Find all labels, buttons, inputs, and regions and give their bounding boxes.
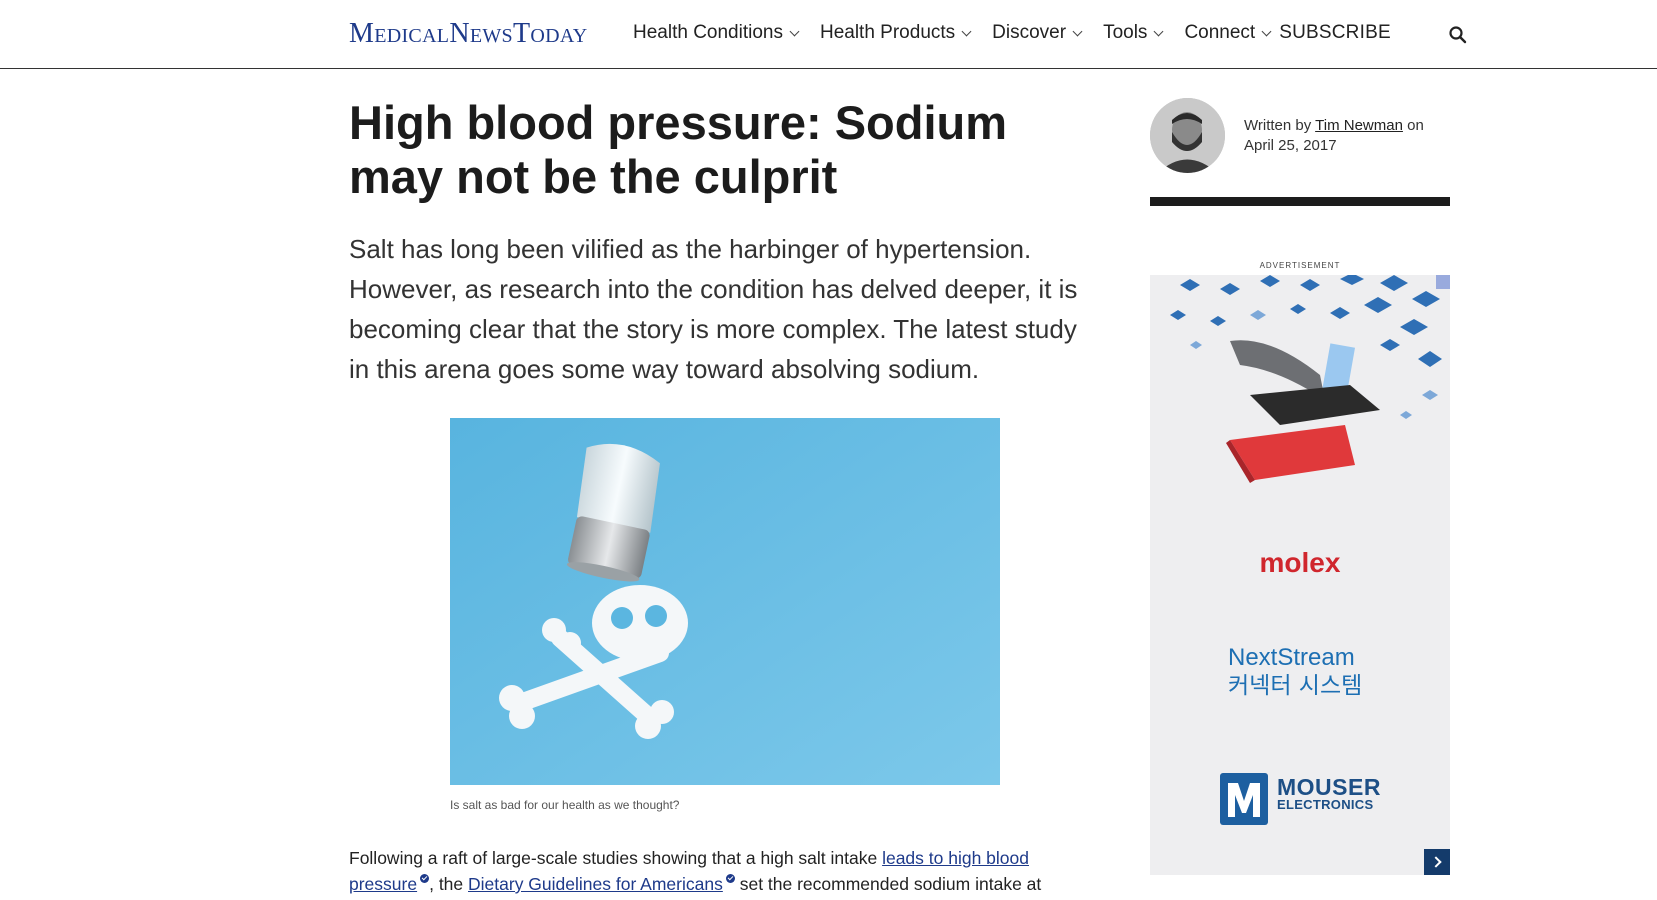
- logo-text: EWS: [469, 25, 513, 47]
- nav-tools[interactable]: Tools: [1103, 22, 1164, 44]
- ad-brand: molex: [1259, 547, 1341, 578]
- author-link[interactable]: Tim Newman: [1315, 117, 1403, 134]
- main-nav: Health Conditions Health Products Discov…: [633, 22, 1413, 44]
- article-title: High blood pressure: Sodium may not be t…: [349, 96, 1008, 203]
- body-text: , the: [429, 874, 469, 894]
- nav-label: Discover: [992, 22, 1067, 43]
- body-text: set the recommended sodium intake at: [734, 874, 1042, 894]
- ad-label: ADVERTISEMENT: [1259, 261, 1341, 270]
- ad-next-arrow-icon[interactable]: [1424, 849, 1450, 875]
- byline-suffix: on: [1402, 117, 1424, 134]
- search-icon[interactable]: [1448, 25, 1468, 45]
- advertisement[interactable]: molex NextStream 커넥터 시스템 MOUSER ELECTRON…: [1150, 275, 1450, 875]
- nav-discover[interactable]: Discover: [992, 22, 1083, 44]
- chevron-down-icon: [961, 26, 972, 36]
- nav-label: Connect: [1184, 22, 1256, 43]
- mouser-logo-icon: [1220, 773, 1268, 825]
- chevron-down-icon: [1072, 26, 1083, 36]
- nav-health-conditions[interactable]: Health Conditions: [633, 22, 800, 44]
- chevron-down-icon: [1261, 26, 1272, 36]
- subscribe-label: SUBSCRIBE: [1279, 22, 1391, 43]
- ad-product-name: NextStream 커넥터 시스템: [1228, 644, 1362, 700]
- nav-connect[interactable]: Connect: [1184, 22, 1272, 44]
- article-body-paragraph: Following a raft of large-scale studies …: [349, 845, 1069, 897]
- logo-text: M: [349, 18, 375, 49]
- chevron-down-icon: [789, 26, 800, 36]
- article-lede: Salt has long been vilified as the harbi…: [349, 234, 1078, 384]
- ad-sponsor: MOUSER ELECTRONICS: [1277, 774, 1381, 814]
- nav-health-products[interactable]: Health Products: [819, 22, 972, 44]
- ad-choices-icon[interactable]: [1436, 275, 1450, 289]
- link-dietary-guidelines[interactable]: Dietary Guidelines for Americans: [468, 874, 723, 894]
- verified-source-icon: [725, 874, 735, 884]
- article-hero-image: [450, 418, 1000, 785]
- ad-sponsor-sub: ELECTRONICS: [1277, 797, 1374, 812]
- byline-prefix: Written by: [1244, 117, 1316, 134]
- subscribe-button[interactable]: SUBSCRIBE: [1279, 22, 1391, 44]
- ad-sponsor-name: MOUSER: [1277, 774, 1381, 800]
- site-logo[interactable]: MEDICALNEWSTODAY: [349, 18, 588, 50]
- verified-source-icon: [420, 874, 430, 884]
- logo-text: EDICAL: [374, 25, 450, 47]
- nav-label: Health Products: [819, 22, 956, 43]
- author-byline: Written by Tim Newman on April 25, 2017: [1244, 116, 1464, 156]
- site-header: MEDICALNEWSTODAY Health Conditions Healt…: [0, 0, 1657, 69]
- logo-text: T: [512, 18, 531, 49]
- chevron-down-icon: [1153, 26, 1164, 36]
- ad-product-line: 커넥터 시스템: [1228, 673, 1363, 699]
- logo-text: ODAY: [530, 25, 588, 47]
- nav-label: Health Conditions: [633, 22, 783, 43]
- sidebar-divider: [1150, 197, 1450, 206]
- author-avatar[interactable]: [1150, 98, 1225, 173]
- publish-date: April 25, 2017: [1244, 137, 1337, 154]
- nav-label: Tools: [1103, 22, 1148, 43]
- ad-product-line: NextStream: [1228, 644, 1355, 671]
- image-caption: Is salt as bad for our health as we thou…: [450, 798, 680, 812]
- body-text: Following a raft of large-scale studies …: [349, 848, 883, 868]
- logo-text: N: [449, 18, 470, 49]
